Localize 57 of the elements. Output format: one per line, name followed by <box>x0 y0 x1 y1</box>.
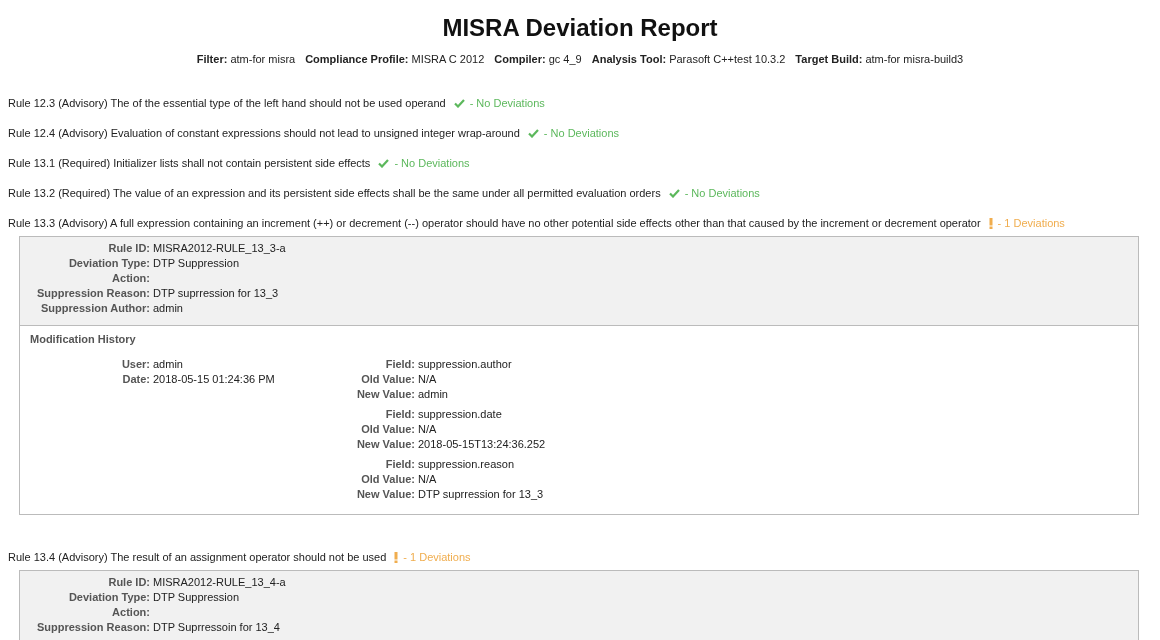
field-value: DTP Suppression <box>153 590 240 605</box>
rule-text: Rule 12.4 (Advisory) Evaluation of constant expressions should not lead to unsigned integer wrap-around <box>8 127 520 139</box>
field-label: Field: <box>384 457 415 472</box>
field-label: Action: <box>111 271 150 286</box>
field-label: New Value: <box>355 387 415 402</box>
field-value: 2018-05-15 01:24:36 PM <box>153 372 276 387</box>
rule-text: Rule 13.3 (Advisory) A full expression containing an increment (++) or decrement (--) operator should have no other potential side effects other than that caused by the increment or decrement operator <box>8 217 981 229</box>
filter-text: Compiler: gc 4_9 <box>494 52 582 66</box>
field-value: 2018-05-15T13:24:36.252 <box>418 437 546 452</box>
field-label: New Value: <box>355 437 415 452</box>
field-label: Deviation Type: <box>67 590 150 605</box>
rule-text: Rule 13.1 (Required) Initializer lists shall not contain persistent side effects <box>8 157 371 169</box>
field-label: Field: <box>384 357 415 372</box>
field-value: DTP suprression for 13_3 <box>418 487 545 502</box>
status-text: - 1 Deviations <box>403 551 471 563</box>
report-title: MISRA Deviation Report <box>441 13 719 42</box>
field-label: Suppression Reason: <box>35 286 150 301</box>
field-label: Suppression Reason: <box>35 620 150 635</box>
filter-text: Filter: atm-for misra <box>196 52 296 66</box>
field-label: Rule ID: <box>107 241 150 256</box>
field-value: admin <box>153 301 184 316</box>
filter-text: Target Build: atm-for misra-build3 <box>795 52 964 66</box>
field-value: admin <box>153 357 184 372</box>
field-value: suppression.date <box>418 407 503 422</box>
field-value: N/A <box>418 422 438 437</box>
field-label: Deviation Type: <box>67 256 150 271</box>
status-text: - No Deviations <box>543 127 619 139</box>
field-label: Field: <box>384 407 415 422</box>
filter-text: Compliance Profile: MISRA C 2012 <box>305 52 485 66</box>
status-text: - No Deviations <box>684 187 760 199</box>
field-value: N/A <box>418 472 438 487</box>
status-text: - No Deviations <box>394 157 470 169</box>
field-value: MISRA2012-RULE_13_4-a <box>153 575 287 590</box>
field-value: DTP Suprressoin for 13_4 <box>153 620 281 635</box>
status-text: - 1 Deviations <box>997 217 1065 229</box>
field-label: User: <box>120 357 150 372</box>
field-value: suppression.author <box>418 357 513 372</box>
rule-text: Rule 13.4 (Advisory) The result of an assignment operator should not be used <box>8 551 387 563</box>
status-text: - No Deviations <box>469 97 545 109</box>
filter-text: Analysis Tool: Parasoft C++test 10.3.2 <box>591 52 786 66</box>
field-value: DTP Suppression <box>153 256 240 271</box>
field-label: Rule ID: <box>107 575 150 590</box>
rule-text: Rule 12.3 (Advisory) The of the essential type of the left hand should not be used operand <box>8 97 446 109</box>
field-label: Action: <box>111 605 150 620</box>
field-label: Date: <box>121 372 150 387</box>
rule-text: Rule 13.2 (Required) The value of an expression and its persistent side effects shall be the same under all permitted evaluation orders <box>8 187 661 199</box>
field-value: admin <box>418 387 449 402</box>
field-value: N/A <box>418 372 438 387</box>
field-label: Suppression Author: <box>40 301 150 316</box>
field-label: Old Value: <box>360 472 415 487</box>
field-value: DTP suprression for 13_3 <box>153 286 280 301</box>
section-heading: Modification History <box>30 332 137 347</box>
field-value: MISRA2012-RULE_13_3-a <box>153 241 287 256</box>
field-value: suppression.reason <box>418 457 515 472</box>
field-label: New Value: <box>355 487 415 502</box>
field-label: Old Value: <box>360 422 415 437</box>
field-label: Old Value: <box>360 372 415 387</box>
